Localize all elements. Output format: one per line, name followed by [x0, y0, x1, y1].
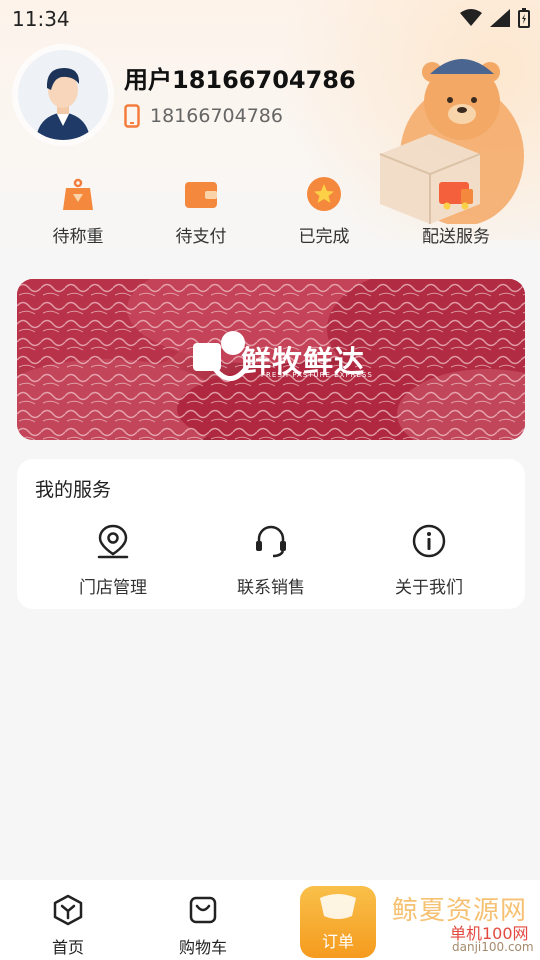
order-label: 待支付	[175, 227, 227, 247]
order-label: 待称重	[52, 227, 104, 247]
user-avatar-icon	[18, 50, 108, 140]
wallet-icon	[185, 182, 217, 208]
service-label: 门店管理	[79, 578, 147, 598]
nav-label: 首页	[51, 938, 84, 957]
cell-signal-icon	[490, 9, 510, 27]
order-label: 配送服务	[422, 227, 490, 247]
service-label: 关于我们	[395, 578, 463, 598]
service-about-us[interactable]: 关于我们	[359, 523, 499, 598]
order-shortcuts: 待称重 待支付 已完成 配送服务	[0, 176, 540, 247]
order-completed[interactable]: 已完成	[264, 176, 384, 247]
watermark-url: danji100.com	[452, 940, 534, 954]
location-pin-icon	[97, 524, 129, 559]
headset-icon	[256, 525, 286, 558]
nav-home[interactable]: 首页	[18, 894, 118, 958]
wifi-icon	[460, 9, 482, 26]
status-icons	[460, 8, 530, 28]
battery-icon	[518, 8, 530, 28]
service-contact-sales[interactable]: 联系销售	[201, 523, 341, 598]
phone-icon	[124, 104, 140, 128]
order-icon	[320, 894, 356, 919]
avatar[interactable]	[18, 50, 108, 140]
service-label: 联系销售	[237, 578, 305, 598]
delivery-truck-icon	[439, 182, 473, 210]
promo-banner[interactable]: 鲜牧鲜达 FRESH PASTURE EXPRESS	[17, 279, 525, 440]
status-time: 11:34	[12, 7, 70, 31]
cart-bag-icon	[189, 896, 217, 924]
order-pending-pay[interactable]: 待支付	[141, 176, 261, 247]
banner-brand-sub: FRESH PASTURE EXPRESS	[261, 371, 373, 379]
my-services-card: 我的服务 门店管理 联系销售 关于我们	[17, 459, 525, 609]
order-pending-weigh[interactable]: 待称重	[18, 176, 138, 247]
watermark: 鲸夏资源网 单机100网 danji100.com	[390, 888, 540, 960]
username: 用户18166704786	[124, 66, 356, 94]
nav-label: 订单	[321, 932, 354, 951]
service-store-management[interactable]: 门店管理	[43, 523, 183, 598]
star-badge-icon	[307, 177, 341, 211]
scale-icon	[63, 178, 93, 210]
nav-cart[interactable]: 购物车	[153, 894, 253, 958]
order-delivery[interactable]: 配送服务	[396, 176, 516, 247]
info-icon	[412, 524, 446, 558]
services-title: 我的服务	[35, 479, 112, 501]
nav-orders[interactable]: 订单	[300, 886, 376, 958]
phone-row: 18166704786	[124, 104, 283, 128]
order-label: 已完成	[298, 227, 350, 247]
phone-number: 18166704786	[150, 105, 283, 127]
nav-label: 购物车	[178, 938, 227, 957]
home-hex-icon	[53, 894, 83, 926]
status-bar: 11:34	[0, 0, 540, 36]
